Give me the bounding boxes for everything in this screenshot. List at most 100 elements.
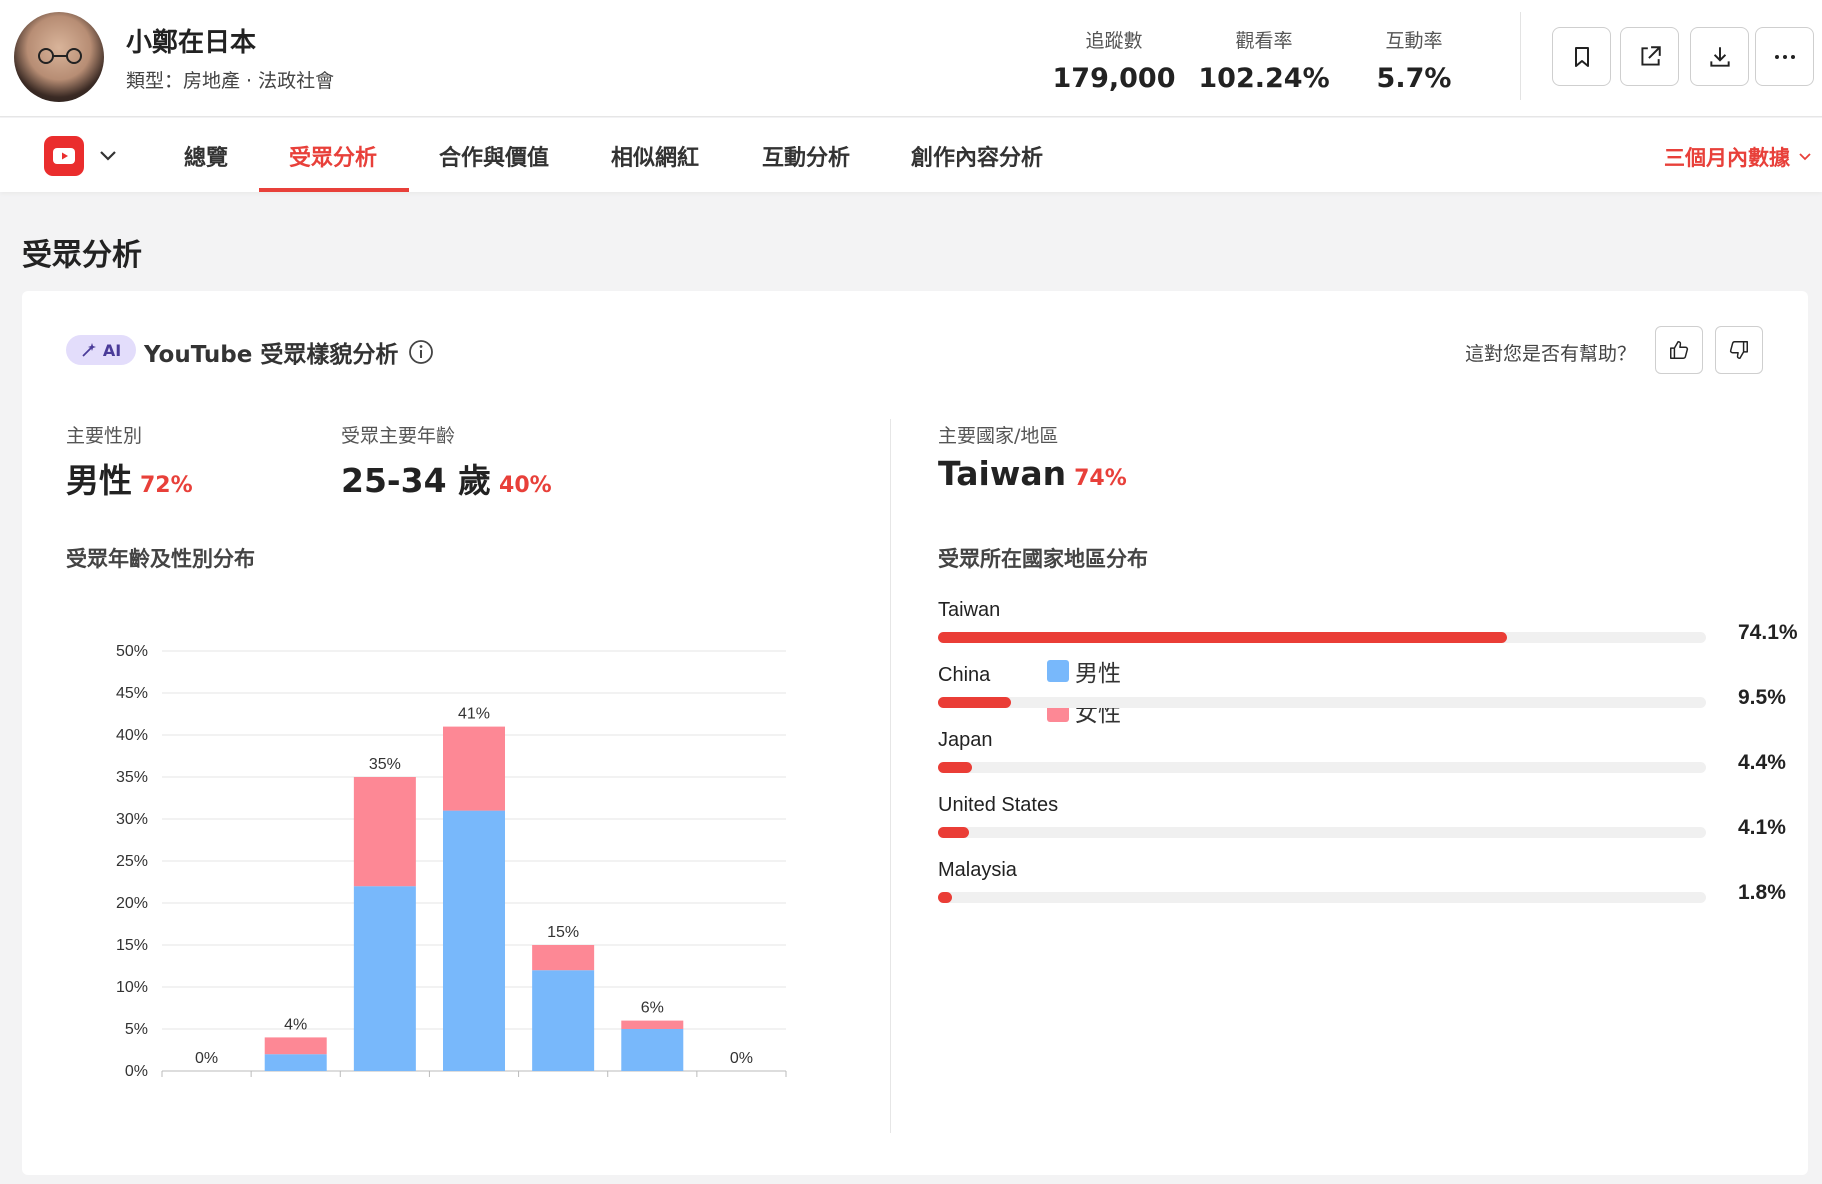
country-row: Japan 4.4%	[938, 729, 1788, 785]
bar-total-label: 6%	[641, 1000, 664, 1017]
tab-overview[interactable]: 總覽	[184, 140, 228, 192]
country-row: United States 4.1%	[938, 794, 1788, 850]
card-title-text: YouTube 受眾樣貌分析	[144, 342, 399, 368]
thumbs-down-icon	[1729, 341, 1748, 359]
age-gender-chart: 0%5%10%15%20%25%30%35%40%45%50%0%0-124%1…	[116, 643, 787, 1080]
country-kpi-value: Taiwan 74%	[938, 454, 1127, 493]
country-bar-fill	[938, 892, 952, 903]
stat-followers: 追蹤數 179,000	[1039, 26, 1189, 94]
tab-collaboration[interactable]: 合作與價值	[439, 140, 549, 192]
info-icon[interactable]	[408, 339, 434, 365]
play-icon	[53, 148, 75, 164]
card-title: YouTube 受眾樣貌分析	[144, 335, 434, 369]
page-title: 受眾分析	[22, 238, 142, 273]
bar-segment-male	[621, 1029, 684, 1071]
country-name: Malaysia	[938, 859, 1017, 881]
country-name: United States	[938, 794, 1059, 816]
y-tick-label: 0%	[125, 1063, 148, 1080]
profile-name: 小鄭在日本	[126, 28, 257, 58]
more-icon	[1774, 54, 1795, 59]
thumbs-up-button[interactable]	[1655, 326, 1703, 374]
country-kpi-label: 主要國家/地區	[938, 425, 1059, 447]
stat-value: 179,000	[1052, 63, 1176, 94]
share-button[interactable]	[1620, 27, 1679, 86]
country-value: 74.1%	[1738, 621, 1798, 644]
avatar-glasses-icon	[38, 48, 82, 64]
stat-view-rate: 觀看率 102.24%	[1189, 26, 1339, 94]
tab-content-analysis[interactable]: 創作內容分析	[911, 140, 1043, 192]
y-tick-label: 5%	[125, 1021, 148, 1038]
y-tick-label: 35%	[116, 769, 148, 786]
column-divider	[890, 419, 891, 1133]
country-row: Malaysia 1.8%	[938, 859, 1788, 915]
external-link-icon	[1640, 45, 1661, 66]
y-tick-label: 50%	[116, 643, 148, 660]
audience-card: AI YouTube 受眾樣貌分析 這對您是否有幫助？ 主要性別 男性 72% 受…	[22, 291, 1808, 1175]
bar-total-label: 15%	[547, 924, 579, 941]
bar-segment-male	[264, 1054, 327, 1071]
thumbs-down-button[interactable]	[1715, 326, 1763, 374]
date-range-dropdown[interactable]: 三個月內數據	[1664, 142, 1812, 172]
profile-type: 類型：房地產 · 法政社會	[126, 70, 335, 92]
gender-kpi-label: 主要性別	[66, 425, 143, 447]
bookmark-icon	[1574, 46, 1589, 67]
country-value: 4.4%	[1738, 751, 1786, 774]
country-name: China	[938, 664, 991, 686]
profile-header: 小鄭在日本 類型：房地產 · 法政社會 追蹤數 179,000 觀看率 102.…	[0, 0, 1822, 117]
stat-label: 追蹤數	[1085, 30, 1143, 52]
sparkle-wand-icon	[82, 343, 96, 357]
bar-total-label: 4%	[284, 1016, 307, 1033]
country-kpi-main: Taiwan	[938, 454, 1067, 493]
gender-kpi-main: 男性	[66, 461, 132, 500]
bar-segment-female	[621, 1020, 684, 1029]
bar-total-label: 41%	[458, 706, 490, 723]
bar-total-label: 0%	[195, 1050, 218, 1067]
bar-segment-female	[353, 777, 416, 887]
avatar	[14, 12, 104, 102]
y-tick-label: 30%	[116, 811, 148, 828]
download-icon	[1709, 46, 1730, 67]
y-tick-label: 20%	[116, 895, 148, 912]
gender-kpi-percent: 72%	[140, 473, 193, 498]
country-bar-track	[938, 697, 1706, 708]
ai-badge-label: AI	[102, 340, 122, 360]
date-range-label: 三個月內數據	[1664, 146, 1790, 170]
country-bar-track	[938, 827, 1706, 838]
chevron-down-icon	[1799, 153, 1811, 161]
country-name: Taiwan	[938, 599, 1001, 621]
bar-total-label: 35%	[369, 756, 401, 773]
country-bar-fill	[938, 762, 972, 773]
y-tick-label: 10%	[116, 979, 148, 996]
tab-similar-influencers[interactable]: 相似網紅	[611, 140, 699, 192]
y-tick-label: 45%	[116, 685, 148, 702]
bookmark-button[interactable]	[1552, 27, 1611, 86]
tab-audience[interactable]: 受眾分析	[289, 140, 377, 192]
tab-engagement[interactable]: 互動分析	[762, 140, 850, 192]
header-divider	[1520, 12, 1521, 100]
age-kpi-main: 25-34 歲	[341, 461, 492, 500]
age-kpi-value: 25-34 歲 40%	[341, 454, 552, 502]
country-row: Taiwan 74.1%	[938, 599, 1798, 655]
age-kpi-percent: 40%	[499, 473, 552, 498]
country-row: China 9.5%	[938, 664, 1788, 720]
stat-label: 觀看率	[1235, 30, 1293, 52]
country-value: 9.5%	[1738, 686, 1786, 709]
bar-segment-male	[443, 810, 505, 1071]
country-value: 1.8%	[1738, 881, 1786, 904]
bar-segment-male	[353, 886, 416, 1071]
stat-engagement-rate: 互動率 5.7%	[1339, 26, 1489, 94]
bar-total-label: 0%	[730, 1050, 753, 1067]
age-chart-title: 受眾年齡及性別分布	[66, 547, 255, 571]
feedback-question: 這對您是否有幫助？	[1465, 343, 1637, 365]
country-bar-fill	[938, 632, 1508, 643]
country-chart-title: 受眾所在國家地區分布	[938, 547, 1148, 571]
stat-value: 5.7%	[1376, 63, 1452, 94]
more-button[interactable]	[1755, 27, 1814, 86]
download-button[interactable]	[1690, 27, 1749, 86]
chevron-down-icon[interactable]	[98, 146, 118, 166]
youtube-icon[interactable]	[44, 136, 84, 176]
y-tick-label: 25%	[116, 853, 148, 870]
country-bar-track	[938, 632, 1706, 643]
age-kpi-label: 受眾主要年齡	[341, 425, 456, 447]
y-tick-label: 15%	[116, 937, 148, 954]
